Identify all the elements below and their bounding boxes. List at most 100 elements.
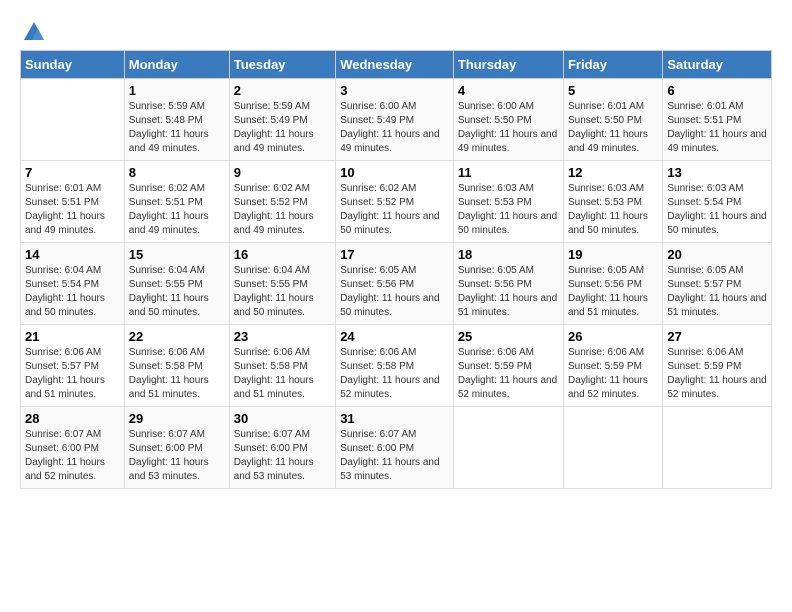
- weekday-header-saturday: Saturday: [663, 51, 772, 79]
- day-sunrise: Sunrise: 6:06 AM: [129, 347, 205, 358]
- day-daylight: Daylight: 11 hours and 52 minutes.: [568, 375, 648, 400]
- day-daylight: Daylight: 11 hours and 52 minutes.: [340, 375, 439, 400]
- calendar-cell: 31 Sunrise: 6:07 AM Sunset: 6:00 PM Dayl…: [336, 407, 454, 489]
- day-sunrise: Sunrise: 5:59 AM: [129, 101, 205, 112]
- day-sunset: Sunset: 5:51 PM: [667, 115, 741, 126]
- calendar-cell: 11 Sunrise: 6:03 AM Sunset: 5:53 PM Dayl…: [453, 161, 563, 243]
- day-daylight: Daylight: 11 hours and 49 minutes.: [340, 129, 439, 154]
- calendar-cell: 24 Sunrise: 6:06 AM Sunset: 5:58 PM Dayl…: [336, 325, 454, 407]
- calendar-cell: 7 Sunrise: 6:01 AM Sunset: 5:51 PM Dayli…: [21, 161, 125, 243]
- day-number: 29: [129, 411, 225, 426]
- day-number: 2: [234, 83, 331, 98]
- day-number: 18: [458, 247, 559, 262]
- calendar-cell: 9 Sunrise: 6:02 AM Sunset: 5:52 PM Dayli…: [229, 161, 335, 243]
- day-sunrise: Sunrise: 6:05 AM: [458, 265, 534, 276]
- day-sunset: Sunset: 5:54 PM: [667, 197, 741, 208]
- day-daylight: Daylight: 11 hours and 50 minutes.: [340, 211, 439, 236]
- day-daylight: Daylight: 11 hours and 49 minutes.: [129, 211, 209, 236]
- day-daylight: Daylight: 11 hours and 52 minutes.: [458, 375, 557, 400]
- calendar-cell: 2 Sunrise: 5:59 AM Sunset: 5:49 PM Dayli…: [229, 79, 335, 161]
- day-sunrise: Sunrise: 6:03 AM: [458, 183, 534, 194]
- calendar-cell: 14 Sunrise: 6:04 AM Sunset: 5:54 PM Dayl…: [21, 243, 125, 325]
- day-daylight: Daylight: 11 hours and 50 minutes.: [340, 293, 439, 318]
- calendar-cell: 25 Sunrise: 6:06 AM Sunset: 5:59 PM Dayl…: [453, 325, 563, 407]
- day-sunset: Sunset: 5:57 PM: [25, 361, 99, 372]
- day-number: 26: [568, 329, 658, 344]
- day-sunset: Sunset: 6:00 PM: [25, 443, 99, 454]
- day-sunset: Sunset: 5:50 PM: [458, 115, 532, 126]
- day-number: 16: [234, 247, 331, 262]
- calendar-cell: 10 Sunrise: 6:02 AM Sunset: 5:52 PM Dayl…: [336, 161, 454, 243]
- day-daylight: Daylight: 11 hours and 51 minutes.: [458, 293, 557, 318]
- day-sunrise: Sunrise: 6:07 AM: [234, 429, 310, 440]
- day-number: 5: [568, 83, 658, 98]
- day-sunrise: Sunrise: 6:04 AM: [234, 265, 310, 276]
- calendar-cell: [453, 407, 563, 489]
- weekday-header-tuesday: Tuesday: [229, 51, 335, 79]
- calendar-cell: 15 Sunrise: 6:04 AM Sunset: 5:55 PM Dayl…: [124, 243, 229, 325]
- day-number: 10: [340, 165, 449, 180]
- day-sunset: Sunset: 6:00 PM: [340, 443, 414, 454]
- day-number: 28: [25, 411, 120, 426]
- day-sunset: Sunset: 5:52 PM: [234, 197, 308, 208]
- calendar-cell: 1 Sunrise: 5:59 AM Sunset: 5:48 PM Dayli…: [124, 79, 229, 161]
- day-sunset: Sunset: 5:59 PM: [458, 361, 532, 372]
- calendar-cell: 8 Sunrise: 6:02 AM Sunset: 5:51 PM Dayli…: [124, 161, 229, 243]
- day-sunrise: Sunrise: 6:05 AM: [340, 265, 416, 276]
- day-daylight: Daylight: 11 hours and 50 minutes.: [234, 293, 314, 318]
- day-daylight: Daylight: 11 hours and 50 minutes.: [667, 211, 766, 236]
- weekday-header-monday: Monday: [124, 51, 229, 79]
- day-sunset: Sunset: 5:51 PM: [25, 197, 99, 208]
- day-daylight: Daylight: 11 hours and 53 minutes.: [129, 457, 209, 482]
- day-number: 8: [129, 165, 225, 180]
- day-number: 13: [667, 165, 767, 180]
- calendar-cell: 5 Sunrise: 6:01 AM Sunset: 5:50 PM Dayli…: [563, 79, 662, 161]
- day-sunset: Sunset: 5:55 PM: [234, 279, 308, 290]
- day-number: 12: [568, 165, 658, 180]
- calendar-cell: [563, 407, 662, 489]
- day-sunset: Sunset: 5:56 PM: [458, 279, 532, 290]
- day-sunrise: Sunrise: 6:06 AM: [568, 347, 644, 358]
- calendar-body: 1 Sunrise: 5:59 AM Sunset: 5:48 PM Dayli…: [21, 79, 772, 489]
- day-sunset: Sunset: 5:51 PM: [129, 197, 203, 208]
- calendar-cell: 23 Sunrise: 6:06 AM Sunset: 5:58 PM Dayl…: [229, 325, 335, 407]
- calendar-cell: 20 Sunrise: 6:05 AM Sunset: 5:57 PM Dayl…: [663, 243, 772, 325]
- day-daylight: Daylight: 11 hours and 49 minutes.: [25, 211, 105, 236]
- day-daylight: Daylight: 11 hours and 51 minutes.: [25, 375, 105, 400]
- calendar-cell: 3 Sunrise: 6:00 AM Sunset: 5:49 PM Dayli…: [336, 79, 454, 161]
- day-sunset: Sunset: 5:52 PM: [340, 197, 414, 208]
- calendar-cell: 29 Sunrise: 6:07 AM Sunset: 6:00 PM Dayl…: [124, 407, 229, 489]
- day-daylight: Daylight: 11 hours and 51 minutes.: [129, 375, 209, 400]
- day-sunrise: Sunrise: 6:06 AM: [25, 347, 101, 358]
- day-sunset: Sunset: 6:00 PM: [234, 443, 308, 454]
- day-sunrise: Sunrise: 6:07 AM: [129, 429, 205, 440]
- day-sunrise: Sunrise: 6:02 AM: [234, 183, 310, 194]
- logo: [20, 20, 46, 40]
- weekday-header-sunday: Sunday: [21, 51, 125, 79]
- calendar-cell: 21 Sunrise: 6:06 AM Sunset: 5:57 PM Dayl…: [21, 325, 125, 407]
- weekday-header-wednesday: Wednesday: [336, 51, 454, 79]
- day-number: 9: [234, 165, 331, 180]
- day-sunrise: Sunrise: 6:06 AM: [234, 347, 310, 358]
- day-number: 4: [458, 83, 559, 98]
- day-daylight: Daylight: 11 hours and 50 minutes.: [568, 211, 648, 236]
- calendar-cell: 18 Sunrise: 6:05 AM Sunset: 5:56 PM Dayl…: [453, 243, 563, 325]
- day-number: 20: [667, 247, 767, 262]
- calendar-week-1: 1 Sunrise: 5:59 AM Sunset: 5:48 PM Dayli…: [21, 79, 772, 161]
- calendar-cell: 6 Sunrise: 6:01 AM Sunset: 5:51 PM Dayli…: [663, 79, 772, 161]
- day-daylight: Daylight: 11 hours and 50 minutes.: [25, 293, 105, 318]
- logo-icon: [22, 20, 46, 44]
- day-daylight: Daylight: 11 hours and 50 minutes.: [129, 293, 209, 318]
- day-number: 25: [458, 329, 559, 344]
- day-number: 24: [340, 329, 449, 344]
- weekday-header-friday: Friday: [563, 51, 662, 79]
- day-sunrise: Sunrise: 6:03 AM: [568, 183, 644, 194]
- calendar-cell: [663, 407, 772, 489]
- day-sunset: Sunset: 6:00 PM: [129, 443, 203, 454]
- day-sunrise: Sunrise: 6:03 AM: [667, 183, 743, 194]
- day-daylight: Daylight: 11 hours and 49 minutes.: [129, 129, 209, 154]
- day-number: 1: [129, 83, 225, 98]
- day-number: 19: [568, 247, 658, 262]
- day-sunrise: Sunrise: 6:06 AM: [667, 347, 743, 358]
- day-sunset: Sunset: 5:48 PM: [129, 115, 203, 126]
